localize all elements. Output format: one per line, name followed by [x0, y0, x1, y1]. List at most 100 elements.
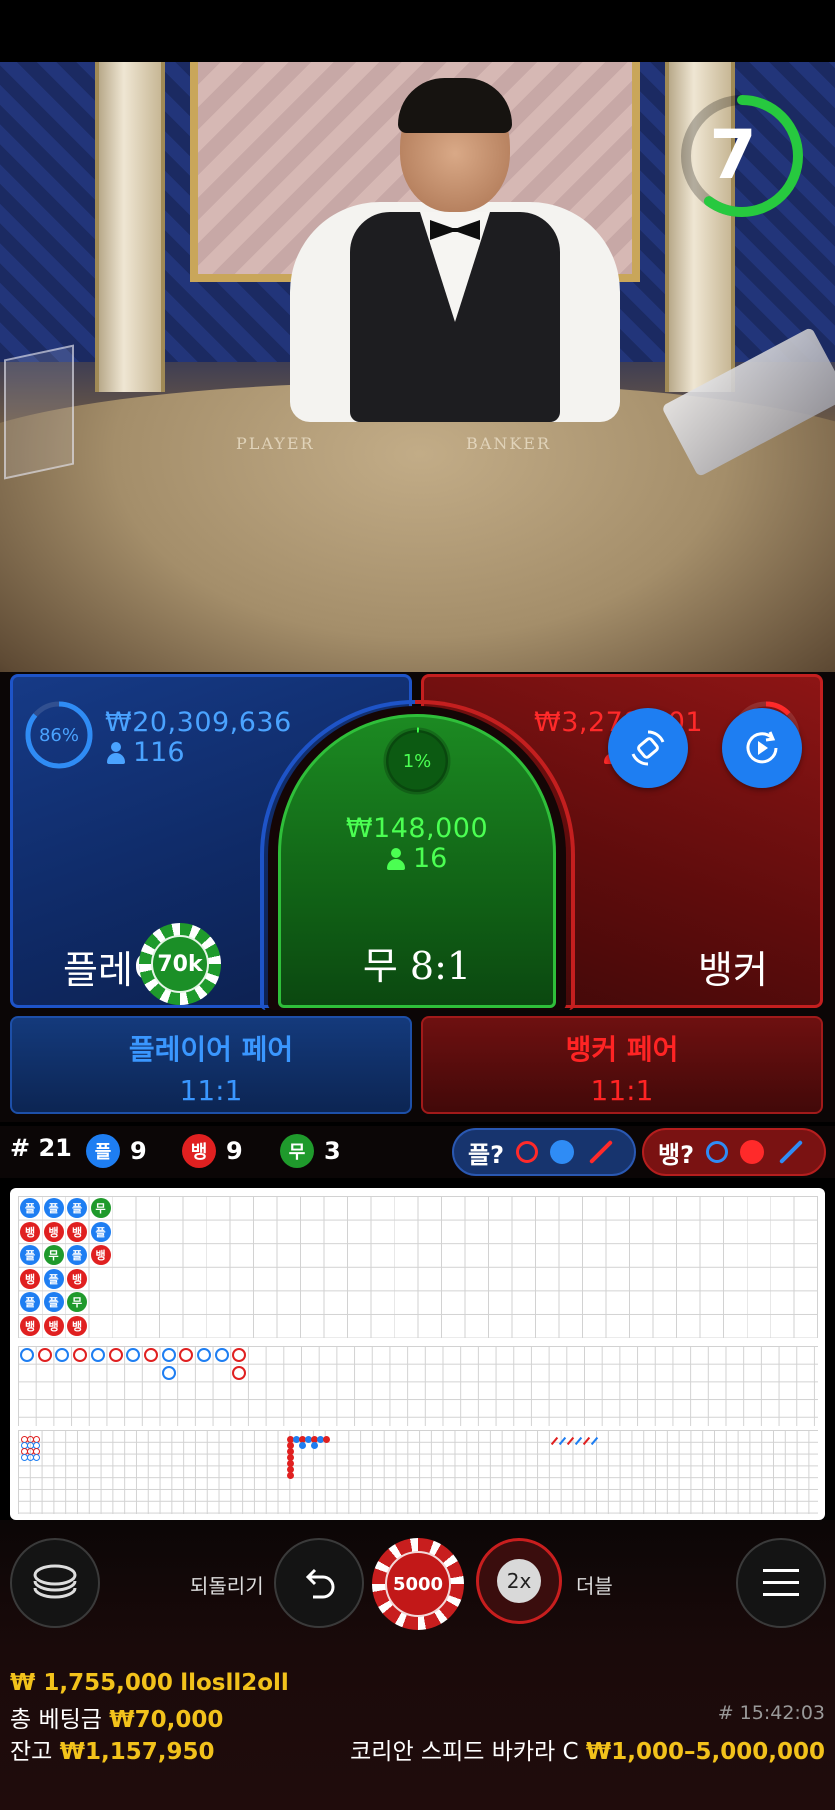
- table-info: 코리안 스피드 바카라 C ₩1,000–5,000,000: [350, 1732, 825, 1766]
- placed-chip[interactable]: 70k: [139, 923, 221, 1005]
- table-name: 코리안 스피드 바카라 C: [350, 1739, 579, 1765]
- menu-button[interactable]: [736, 1538, 826, 1628]
- double-icon: 2x: [497, 1559, 541, 1603]
- big-road-cell: [161, 1366, 176, 1380]
- card-shoe: [4, 344, 74, 480]
- big-eye-ring-icon: [706, 1141, 729, 1163]
- chip-stack-icon: [33, 1564, 77, 1599]
- banker-wins: 뱅 9: [182, 1134, 243, 1168]
- player-wins: 플 9: [86, 1134, 147, 1168]
- banker-title: 뱅커: [698, 948, 768, 992]
- chip-stack-button[interactable]: [10, 1538, 100, 1628]
- bead-road-cell: 뱅: [67, 1316, 87, 1336]
- derived-road-cell: [311, 1442, 318, 1449]
- scoreboard-roadmap[interactable]: 플뱅플뱅플뱅플뱅무플플뱅플뱅플뱅무뱅무플뱅: [10, 1188, 825, 1520]
- balance-label: 잔고: [10, 1739, 53, 1765]
- bet-spot-tie[interactable]: 1% ₩148,000 16 무 8:1: [278, 714, 556, 1008]
- undo-button[interactable]: [274, 1538, 364, 1628]
- rotate-view-icon: [631, 730, 665, 766]
- selected-chip-value: 5000: [385, 1551, 451, 1617]
- banker-predict-button[interactable]: 뱅?: [642, 1128, 826, 1176]
- player-bettors: 116: [107, 737, 185, 768]
- tie-bettor-count: 16: [413, 843, 448, 874]
- bead-road-cell: 뱅: [43, 1221, 64, 1242]
- bead-road-cell: 뱅: [67, 1268, 87, 1289]
- footer-info: ₩ 1,755,000 llosll2oll 총 베팅금 ₩70,000 잔고 …: [0, 1650, 835, 1810]
- balance: 잔고 ₩1,157,950: [10, 1732, 215, 1766]
- big-eye-ring-icon: [516, 1141, 539, 1163]
- banker-badge: 뱅: [182, 1134, 216, 1168]
- undo-icon: [305, 1568, 335, 1599]
- player-pair-title: 플레이어 페어: [128, 1033, 294, 1066]
- small-road-dot-icon: [740, 1140, 765, 1164]
- player-percent-ring: 86%: [23, 699, 95, 771]
- total-bet-amount: ₩70,000: [109, 1707, 224, 1733]
- big-road-cell: [214, 1348, 229, 1362]
- bet-controls: 되돌리기 5000 2x 더블: [0, 1520, 835, 1650]
- bead-road-grid: [18, 1196, 818, 1338]
- player-predict-button[interactable]: 플?: [452, 1128, 636, 1176]
- person-icon: [107, 741, 125, 764]
- derived-road-cell: [287, 1472, 294, 1479]
- pillar-left: [95, 62, 165, 392]
- winner-name: llosll2oll: [180, 1670, 289, 1696]
- big-road-cell: [197, 1348, 211, 1362]
- tie-title: 무 8:1: [362, 944, 472, 988]
- big-road-cell: [143, 1348, 158, 1362]
- rotate-view-button[interactable]: [608, 708, 688, 788]
- bead-road-cell: 플: [43, 1292, 64, 1313]
- bead-road-cell: 뱅: [43, 1316, 64, 1336]
- bead-road-cell: 뱅: [90, 1245, 111, 1266]
- bead-road-cell: 플: [43, 1268, 64, 1289]
- game-id: # 15:42:03: [717, 1702, 825, 1724]
- derived-road-cell: [299, 1442, 306, 1449]
- player-win-count: 9: [130, 1137, 147, 1165]
- bead-road-cell: 플: [43, 1198, 64, 1218]
- player-predict-label: 플?: [468, 1140, 505, 1169]
- bead-road-cell: 뱅: [20, 1268, 40, 1289]
- bead-road-cell: 무: [90, 1198, 111, 1218]
- tie-bettors: 16: [387, 843, 447, 874]
- hamburger-menu-icon: [763, 1569, 799, 1596]
- tie-total-amount: ₩148,000: [345, 813, 489, 844]
- bead-road-cell: 뱅: [20, 1316, 40, 1336]
- video-replay-button[interactable]: [722, 708, 802, 788]
- double-button[interactable]: 2x: [476, 1538, 562, 1624]
- person-icon: [387, 847, 405, 870]
- bead-road-cell: 뱅: [20, 1221, 40, 1242]
- felt-player-text: PLAYER: [236, 434, 315, 453]
- big-road-cell: [90, 1348, 105, 1362]
- big-road-cell: [73, 1348, 88, 1362]
- bead-road-cell: 플: [20, 1198, 40, 1218]
- undo-label: 되돌리기: [190, 1574, 264, 1598]
- replay-icon: [746, 731, 778, 764]
- banker-pair-title: 뱅커 페어: [565, 1033, 679, 1066]
- placed-chip-value: 70k: [151, 935, 209, 993]
- derived-roads-grid: [18, 1430, 818, 1514]
- bead-road-cell: 무: [43, 1245, 64, 1266]
- banker-pair-odds: 11:1: [590, 1074, 654, 1107]
- balance-amount: ₩1,157,950: [59, 1739, 215, 1765]
- double-label: 더블: [576, 1574, 613, 1598]
- felt-banker-text: BANKER: [466, 434, 551, 453]
- selected-chip-button[interactable]: 5000: [372, 1538, 464, 1630]
- round-number: # 21: [10, 1134, 72, 1162]
- player-badge: 플: [86, 1134, 120, 1168]
- countdown-timer: 7: [678, 92, 806, 220]
- recent-winner: ₩ 1,755,000 llosll2oll: [10, 1670, 289, 1696]
- betting-area: 86% ₩20,309,636 116 플레이어 70k ₩3,278,501 …: [0, 672, 835, 1122]
- banker-win-count: 9: [226, 1137, 243, 1165]
- table-limits: ₩1,000–5,000,000: [585, 1739, 825, 1765]
- cockroach-slash-icon: [778, 1139, 804, 1165]
- player-total-amount: ₩20,309,636: [105, 707, 292, 738]
- bead-road-cell: 뱅: [67, 1221, 87, 1242]
- bead-road-cell: 플: [90, 1221, 111, 1242]
- bet-spot-player-pair[interactable]: 플레이어 페어 11:1: [10, 1016, 412, 1114]
- total-bet-label: 총 베팅금: [10, 1707, 102, 1733]
- countdown-number: 7: [709, 116, 757, 195]
- big-road-cell: [108, 1348, 123, 1362]
- derived-road-cell: [33, 1454, 40, 1461]
- bet-spot-banker-pair[interactable]: 뱅커 페어 11:1: [421, 1016, 823, 1114]
- total-bet: 총 베팅금 ₩70,000: [10, 1700, 223, 1734]
- big-road-cell: [20, 1348, 34, 1362]
